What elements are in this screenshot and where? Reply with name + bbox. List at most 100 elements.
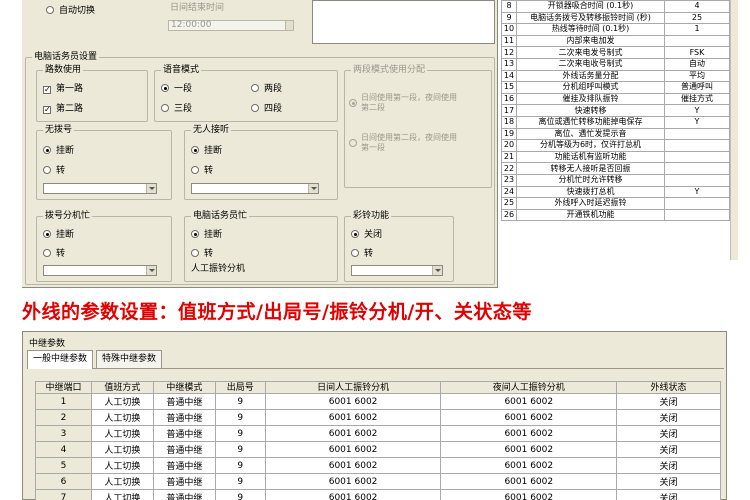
table-cell[interactable]: 2 [35,409,92,426]
param-value-cell[interactable]: Y [664,185,730,199]
param-value-cell[interactable] [664,173,730,187]
table-cell[interactable]: 6001 6002 [440,457,618,474]
table-cell[interactable]: 6001 6002 [440,409,618,426]
param-row[interactable]: 15 分机组呼叫模式 普通呼叫 [501,81,730,94]
param-row[interactable]: 20 分机等级为6时，仅许打总机 [501,139,730,152]
table-cell[interactable]: 9 [214,489,266,500]
table-cell[interactable]: 6 [35,473,92,490]
table-cell[interactable]: 6001 6002 [264,473,442,490]
table-cell[interactable]: 6001 6002 [264,409,442,426]
param-value-cell[interactable] [664,34,730,48]
table-cell[interactable]: 人工切换 [90,489,154,500]
tab-special-trunk[interactable]: 特殊中继参数 [96,350,163,368]
op-busy-hangup-radio[interactable]: 挂断 [191,229,222,241]
param-value-cell[interactable] [664,208,730,222]
table-row[interactable]: 7 人工切换 普通中继 9 6001 6002 6001 6002 关闭 [35,489,721,500]
table-cell[interactable]: 5 [35,457,92,474]
table-cell[interactable]: 4 [35,441,92,458]
table-cell[interactable]: 关闭 [616,393,721,410]
column-header[interactable]: 值班方式 [90,381,154,394]
param-table-scrollbar[interactable] [730,0,738,260]
auto-switch-radio[interactable]: 自动切换 [46,5,95,17]
column-header[interactable]: 中继模式 [152,381,216,394]
table-cell[interactable]: 人工切换 [90,425,154,442]
table-cell[interactable]: 6001 6002 [264,425,442,442]
voice-one-radio[interactable]: 一段 [161,83,192,95]
param-value-cell[interactable]: 平均 [664,69,730,83]
column-header[interactable]: 夜间人工振铃分机 [440,381,618,394]
param-row[interactable]: 11 内部来电加发 [501,34,730,48]
ringback-target-select[interactable] [351,265,443,276]
ext-busy-hangup-radio[interactable]: 挂断 [43,229,74,241]
table-cell[interactable]: 普通中继 [152,489,216,500]
table-cell[interactable]: 普通中继 [152,457,216,474]
param-row[interactable]: 24 快速拨打总机 Y [501,185,730,199]
param-value-cell[interactable] [664,127,730,141]
table-cell[interactable]: 普通中继 [152,441,216,458]
voice-three-radio[interactable]: 三段 [161,103,192,115]
no-answer-hangup-radio[interactable]: 挂断 [191,145,222,157]
table-row[interactable]: 5 人工切换 普通中继 9 6001 6002 6001 6002 关闭 [35,457,721,474]
table-cell[interactable]: 人工切换 [90,473,154,490]
voice-four-radio[interactable]: 四段 [251,103,282,115]
param-value-cell[interactable] [664,197,730,210]
param-row[interactable]: 13 二次来电收号制式 自动 [501,57,730,71]
table-row[interactable]: 3 人工切换 普通中继 9 6001 6002 6001 6002 关闭 [35,425,721,442]
no-dial-transfer-radio[interactable]: 转 [43,165,65,177]
table-cell[interactable]: 人工切换 [90,393,154,410]
param-row[interactable]: 16 催挂及排队振铃 催挂方式 [501,92,730,106]
two-seg-opt2-radio[interactable]: 日间使用第二段，夜间使用第一段 [349,133,459,153]
no-answer-target-select[interactable] [191,183,319,194]
table-cell[interactable]: 关闭 [616,489,721,500]
param-value-cell[interactable] [664,162,730,175]
param-value-cell[interactable]: Y [664,115,730,129]
param-row[interactable]: 19 离位、遇忙发提示音 [501,127,730,141]
table-cell[interactable]: 人工切换 [90,441,154,458]
param-value-cell[interactable]: 催挂方式 [664,92,730,106]
table-row[interactable]: 6 人工切换 普通中继 9 6001 6002 6001 6002 关闭 [35,473,721,490]
column-header[interactable]: 外线状态 [616,381,721,394]
table-cell[interactable]: 关闭 [616,457,721,474]
table-cell[interactable]: 6001 6002 [264,457,442,474]
table-cell[interactable]: 9 [214,441,266,458]
param-value-cell[interactable] [664,139,730,152]
table-cell[interactable]: 普通中继 [152,409,216,426]
param-row[interactable]: 12 二次来电发号制式 FSK [501,46,730,59]
table-cell[interactable]: 关闭 [616,441,721,458]
no-answer-transfer-radio[interactable]: 转 [191,165,213,177]
table-cell[interactable]: 6001 6002 [440,393,618,410]
table-cell[interactable]: 1 [35,393,92,410]
param-row[interactable]: 23 分机忙时允许转移 [501,173,730,187]
table-cell[interactable]: 6001 6002 [440,425,618,442]
table-cell[interactable]: 7 [35,489,92,500]
table-cell[interactable]: 关闭 [616,425,721,442]
param-value-cell[interactable]: 1 [664,23,730,36]
table-cell[interactable]: 6001 6002 [440,489,618,500]
op-busy-transfer-radio[interactable]: 转 [191,248,213,260]
table-cell[interactable]: 关闭 [616,473,721,490]
table-cell[interactable]: 6001 6002 [264,441,442,458]
param-value-cell[interactable]: Y [664,104,730,117]
param-row[interactable]: 9 电脑话务拨号及转移振铃时间 (秒) 25 [501,11,730,25]
table-row[interactable]: 4 人工切换 普通中继 9 6001 6002 6001 6002 关闭 [35,441,721,458]
ext-busy-target-select[interactable] [43,265,157,276]
table-cell[interactable]: 普通中继 [152,473,216,490]
table-cell[interactable]: 6001 6002 [440,441,618,458]
table-cell[interactable]: 6001 6002 [264,393,442,410]
table-cell[interactable]: 9 [214,473,266,490]
table-cell[interactable]: 6001 6002 [264,489,442,500]
param-row[interactable]: 21 功能话机有监听功能 [501,150,730,164]
param-row[interactable]: 8 开锁器吸合时间 (0.1秒) 4 [501,0,730,13]
table-cell[interactable]: 9 [214,409,266,426]
column-header[interactable]: 出局号 [214,381,266,394]
table-cell[interactable]: 9 [214,393,266,410]
night-end-time-input[interactable]: 12:00:00 [168,20,294,31]
param-value-cell[interactable] [664,150,730,164]
table-cell[interactable]: 人工切换 [90,409,154,426]
table-row[interactable]: 2 人工切换 普通中继 9 6001 6002 6001 6002 关闭 [35,409,721,426]
table-cell[interactable]: 普通中继 [152,425,216,442]
param-value-cell[interactable]: FSK [664,46,730,59]
param-value-cell[interactable]: 普通呼叫 [664,81,730,94]
param-value-cell[interactable]: 25 [664,11,730,25]
param-row[interactable]: 25 外线呼入时延迟振铃 [501,197,730,210]
